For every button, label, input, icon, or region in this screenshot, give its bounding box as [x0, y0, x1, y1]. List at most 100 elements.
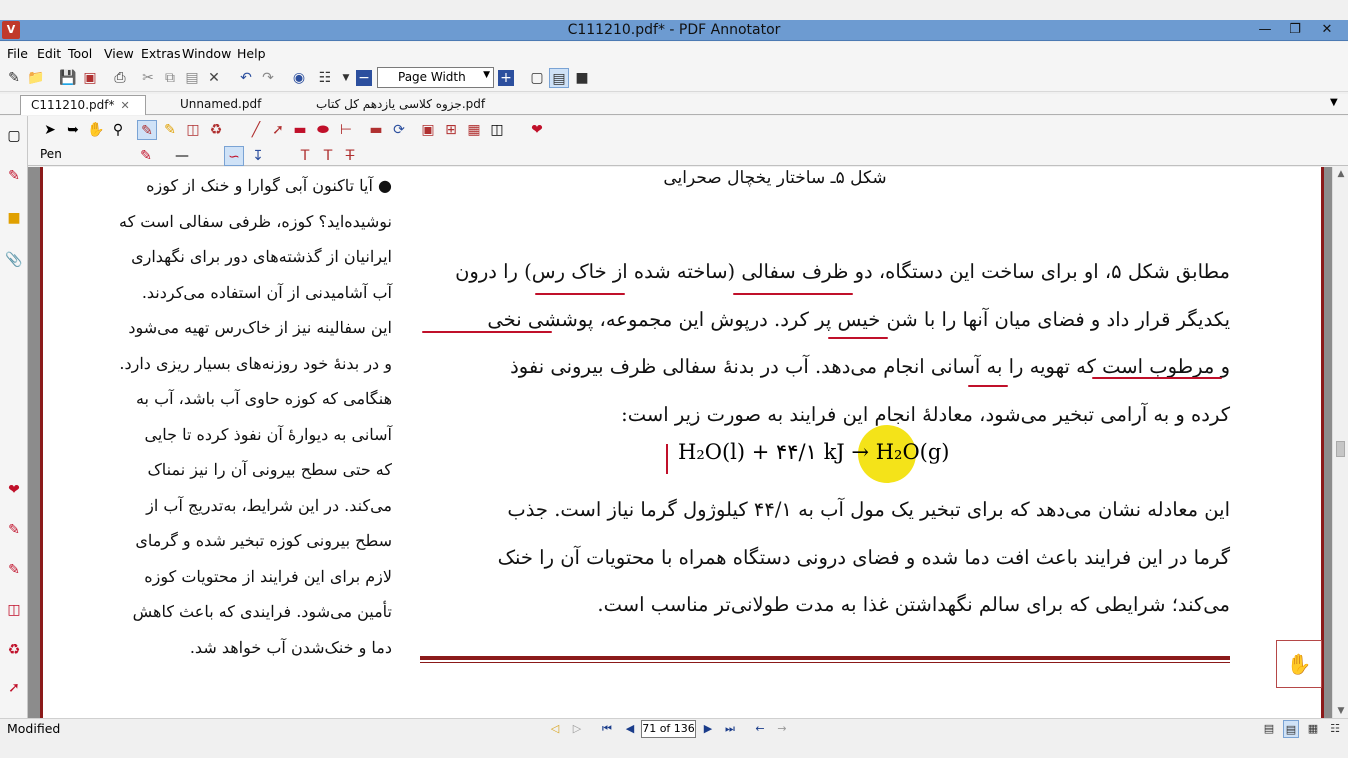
left-line: این سفالینه نیز از خاک‌رس تهیه می‌شود [128, 318, 392, 337]
line-icon[interactable]: ╱ [246, 120, 266, 140]
favorite-pen-icon[interactable]: ✎ [4, 520, 24, 540]
ruler-icon[interactable]: ▦ [464, 120, 484, 140]
vertical-scrollbar[interactable]: ▲ ▼ [1332, 167, 1348, 718]
pen-annotation-underline[interactable] [535, 293, 625, 295]
straighten-icon[interactable]: ↧ [248, 146, 268, 166]
minimize-icon[interactable]: — [1250, 20, 1280, 40]
main-line: این معادله نشان می‌دهد که برای تبخیر یک … [507, 498, 1230, 521]
open-folder-icon[interactable]: 📁 [26, 68, 46, 88]
redo-icon[interactable]: ↷ [258, 68, 278, 88]
fullscreen-icon[interactable]: ■ [572, 68, 592, 88]
menu-tool[interactable]: Tool [68, 46, 92, 61]
hand-tool-button[interactable]: ✋ [1276, 640, 1322, 688]
delete-icon[interactable]: ✕ [204, 68, 224, 88]
tab-unnamed[interactable]: Unnamed.pdf [170, 95, 290, 115]
pen-annotation-underline[interactable] [422, 331, 552, 333]
thumbnails-icon[interactable]: ☷ [315, 68, 335, 88]
text-bold-icon[interactable]: T [318, 146, 338, 166]
camera-icon[interactable]: ▣ [418, 120, 438, 140]
scroll-down-icon[interactable]: ▼ [1333, 706, 1348, 716]
restore-icon[interactable]: ❐ [1280, 20, 1310, 40]
ellipse-icon[interactable]: ⬬ [313, 120, 333, 140]
folder-icon[interactable]: ■ [4, 208, 24, 228]
favorites-heart-icon[interactable]: ❤ [527, 120, 547, 140]
stamp-icon[interactable]: ♻ [206, 120, 226, 140]
text-strike-icon[interactable]: T [340, 146, 360, 166]
save-as-icon[interactable]: ▣ [80, 68, 100, 88]
bookmark-forward-icon[interactable]: ▷ [569, 720, 585, 738]
history-forward-icon[interactable]: → [774, 720, 790, 738]
next-page-icon[interactable]: ▶ [700, 720, 716, 738]
eraser-icon[interactable]: ▬ [366, 120, 386, 140]
text-box-icon[interactable]: ◫ [183, 120, 203, 140]
insert-image-icon[interactable]: ◫ [487, 120, 507, 140]
undo-icon[interactable]: ↶ [236, 68, 256, 88]
continuous-view-icon[interactable]: ▤ [549, 68, 569, 88]
view-continuous-icon[interactable]: ▤ [1283, 720, 1299, 738]
menu-file[interactable]: File [7, 46, 28, 61]
dropdown-arrow-icon[interactable]: ▼ [336, 68, 356, 88]
select-arrow-icon[interactable]: ➤ [40, 120, 60, 140]
rectangle-icon[interactable]: ▬ [290, 120, 310, 140]
text-format-icon[interactable]: T [295, 146, 315, 166]
pen-annotation-underline[interactable] [733, 293, 853, 295]
hand-tool-icon[interactable]: ✋ [86, 120, 106, 140]
main-paragraph-2: این معادله نشان می‌دهد که برای تبخیر یک … [418, 486, 1230, 629]
zoom-select[interactable]: Page Width ▼ [377, 67, 494, 88]
zoom-out-icon[interactable]: − [356, 70, 372, 86]
line-width-icon[interactable]: — [172, 146, 192, 166]
menu-window[interactable]: Window [182, 46, 231, 61]
close-icon[interactable]: ✕ [1312, 20, 1342, 40]
pen-annotation-underline[interactable] [828, 337, 888, 339]
measure-icon[interactable]: ⊢ [336, 120, 356, 140]
pen-annotation-underline[interactable] [1092, 377, 1222, 379]
menu-help[interactable]: Help [237, 46, 266, 61]
annotations-pen-icon[interactable]: ✎ [4, 166, 24, 186]
crop-icon[interactable]: ⊞ [441, 120, 461, 140]
menu-edit[interactable]: Edit [37, 46, 61, 61]
favorite-highlighter-icon[interactable]: ✎ [4, 560, 24, 580]
last-page-icon[interactable]: ⏭ [722, 720, 738, 738]
zoom-in-icon[interactable]: + [498, 70, 514, 86]
previous-page-icon[interactable]: ◀ [622, 720, 638, 738]
close-tab-icon[interactable]: ✕ [120, 99, 129, 112]
favorite-arrow-icon[interactable]: ➚ [4, 678, 24, 698]
arrow-icon[interactable]: ➚ [268, 120, 288, 140]
page-number-field[interactable]: 71 of 136 [641, 720, 696, 738]
copy-icon[interactable]: ⧉ [160, 68, 180, 88]
pen-annotation-mark[interactable] [666, 444, 668, 474]
history-back-icon[interactable]: ← [752, 720, 768, 738]
print-icon[interactable]: ⎙ [110, 68, 130, 88]
attachment-icon[interactable]: 📎 [4, 250, 24, 270]
select-text-icon[interactable]: ➥ [63, 120, 83, 140]
scroll-up-icon[interactable]: ▲ [1333, 169, 1348, 179]
single-page-view-icon[interactable]: ▢ [527, 68, 547, 88]
pen-tool-icon[interactable]: ✎ [137, 120, 157, 140]
favorites-heart-icon[interactable]: ❤ [4, 480, 24, 500]
tab-list-dropdown-icon[interactable]: ▼ [1330, 97, 1338, 108]
menu-extras[interactable]: Extras [141, 46, 181, 61]
view-facing-icon[interactable]: ▦ [1305, 720, 1321, 738]
first-page-icon[interactable]: ⏮ [599, 720, 615, 738]
tab-jozveh[interactable]: جزوه کلاسی یازدهم کل کتاب.pdf [306, 95, 516, 115]
view-grid-icon[interactable]: ☷ [1327, 720, 1343, 738]
save-icon[interactable]: 💾 [58, 68, 78, 88]
bookmark-back-icon[interactable]: ◁ [547, 720, 563, 738]
zoom-tool-icon[interactable]: ⚲ [108, 120, 128, 140]
lasso-icon[interactable]: ⟳ [389, 120, 409, 140]
find-icon[interactable]: ◉ [289, 68, 309, 88]
favorite-stamp-icon[interactable]: ♻ [4, 640, 24, 660]
cut-icon[interactable]: ✂ [138, 68, 158, 88]
highlighter-icon[interactable]: ✎ [160, 120, 180, 140]
view-single-icon[interactable]: ▤ [1261, 720, 1277, 738]
menu-view[interactable]: View [104, 46, 134, 61]
smooth-stroke-icon[interactable]: ∽ [224, 146, 244, 166]
page-icon[interactable]: ▢ [4, 126, 24, 146]
scrollbar-thumb[interactable] [1336, 441, 1345, 457]
tab-c111210[interactable]: C111210.pdf* ✕ [20, 95, 146, 115]
new-icon[interactable]: ✎ [4, 68, 24, 88]
pen-annotation-underline[interactable] [968, 385, 1008, 387]
pen-color-icon[interactable]: ✎ [136, 146, 156, 166]
favorite-textbox-icon[interactable]: ◫ [4, 600, 24, 620]
paste-icon[interactable]: ▤ [182, 68, 202, 88]
